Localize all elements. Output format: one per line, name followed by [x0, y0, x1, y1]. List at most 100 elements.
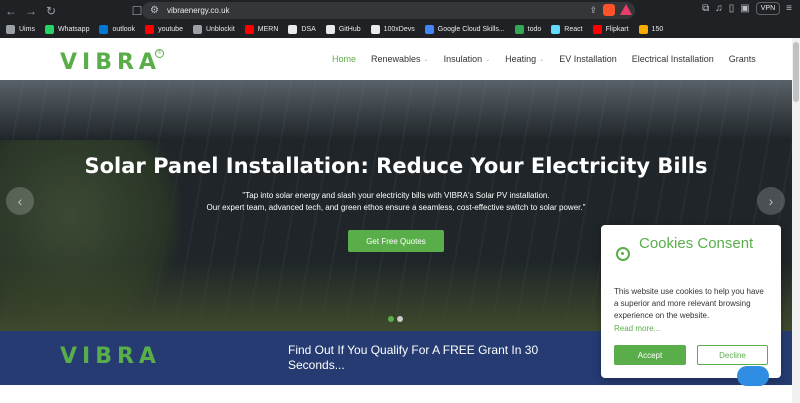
cookie-title: Cookies Consent: [639, 235, 754, 252]
cookie-read-more-link[interactable]: Read more...: [614, 324, 660, 333]
address-bar[interactable]: ⚙ vibraenergy.co.uk ⇪: [142, 2, 635, 19]
bookmark-favicon-icon: [325, 25, 335, 34]
page-scrollbar[interactable]: [792, 38, 800, 403]
nav-item-renewables[interactable]: Renewables ⌄: [371, 54, 429, 64]
bookmark-favicon-icon: [44, 25, 54, 34]
share-icon[interactable]: ⇪: [589, 5, 597, 16]
cookie-consent-dialog: Cookies Consent This website use cookies…: [601, 225, 781, 378]
scrollbar-thumb[interactable]: [793, 42, 799, 102]
nav-item-home[interactable]: Home: [332, 54, 356, 64]
nav-item-label: Grants: [728, 54, 756, 64]
bookmark-favicon-icon: [514, 25, 524, 34]
bookmark-item[interactable]: 150: [638, 25, 664, 34]
bookmark-label: 150: [651, 26, 664, 33]
slider-dots: [388, 316, 403, 322]
media-icon[interactable]: ♫: [715, 3, 723, 14]
bookmark-item[interactable]: DSA: [288, 25, 316, 34]
browser-toolbar: ← → ↻ ☐ ⚙ vibraenergy.co.uk ⇪ ⧉ ♫ ▯ ▣ VP…: [0, 0, 800, 21]
bookmark-label: React: [564, 26, 583, 33]
forward-icon[interactable]: →: [22, 2, 40, 20]
bookmark-item[interactable]: youtube: [145, 25, 183, 34]
bookmark-favicon-icon: [6, 25, 15, 34]
registered-mark: ®: [155, 49, 164, 58]
browser-right-icons: ⧉ ♫ ▯ ▣ VPN ≡: [702, 2, 792, 15]
bookmark-label: Unblockit: [205, 26, 235, 33]
page-below-fold: [0, 385, 792, 403]
bookmark-item[interactable]: Google Cloud Skills...: [424, 25, 505, 34]
nav-item-label: Home: [332, 54, 357, 64]
chevron-down-icon: ⌄: [423, 56, 429, 63]
slider-dot-1[interactable]: [388, 316, 394, 322]
cookie-accept-button[interactable]: Accept: [614, 345, 686, 365]
bookmark-label: Whatsapp: [57, 26, 90, 33]
nav-item-ev-installation[interactable]: EV Installation: [559, 54, 617, 64]
site-header: VIBRA ® Home Renewables ⌄ Insulation ⌄ Heatin…: [0, 38, 792, 80]
bookmark-label: Uims: [19, 26, 35, 33]
vpn-button[interactable]: VPN: [755, 2, 781, 15]
back-icon[interactable]: ←: [2, 2, 20, 20]
bookmark-label: Google Cloud Skills...: [437, 26, 505, 33]
cookie-decline-button[interactable]: Decline: [697, 345, 768, 365]
bookmark-item[interactable]: Whatsapp: [44, 25, 90, 34]
bookmark-favicon-icon: [551, 25, 561, 34]
banner-logo: VIBRA: [60, 344, 161, 369]
url-text: vibraenergy.co.uk: [166, 6, 230, 15]
bookmark-favicon-icon: [592, 25, 602, 34]
bookmark-item[interactable]: React: [551, 25, 583, 34]
wallet-icon[interactable]: ▣: [740, 3, 749, 14]
bookmark-favicon-icon: [244, 25, 254, 34]
nav-item-insulation[interactable]: Insulation ⌄: [444, 54, 491, 64]
slider-dot-2[interactable]: [397, 316, 403, 322]
nav-item-label: Electrical Installation: [631, 54, 714, 64]
main-nav: Home Renewables ⌄ Insulation ⌄ Heating ⌄ EV Ins…: [332, 54, 771, 64]
brave-rewards-icon[interactable]: [620, 4, 632, 15]
bookmark-favicon-icon: [99, 25, 109, 34]
bookmark-favicon-icon: [638, 25, 648, 34]
banner-text: Find Out If You Qualify For A FREE Grant…: [288, 343, 539, 372]
bookmark-label: DSA: [301, 26, 316, 33]
cookie-icon: [616, 247, 630, 261]
nav-item-label: Heating: [505, 54, 537, 64]
chevron-down-icon: ⌄: [485, 56, 491, 63]
bookmark-item[interactable]: MERN: [244, 25, 279, 34]
nav-item-label: EV Installation: [559, 54, 617, 64]
reload-icon[interactable]: ↻: [42, 2, 60, 20]
slider-next-icon[interactable]: ›: [757, 187, 785, 215]
bookmark-favicon-icon: [370, 25, 380, 34]
vibra-logo[interactable]: VIBRA: [60, 50, 161, 75]
bookmark-item[interactable]: outlook: [99, 25, 135, 34]
hero-title: Solar Panel Installation: Reduce Your El…: [84, 154, 708, 178]
bookmark-favicon-icon: [145, 25, 155, 34]
nav-item-label: Insulation: [443, 54, 483, 64]
bookmark-label: todo: [527, 26, 542, 33]
chevron-down-icon: ⌄: [539, 56, 545, 63]
bookmark-item[interactable]: 100xDevs: [370, 25, 415, 34]
hero-sky: [0, 80, 792, 140]
bookmark-item[interactable]: Flipkart: [592, 25, 629, 34]
nav-item-label: Renewables: [371, 54, 421, 64]
bookmark-favicon-icon: [288, 25, 298, 34]
bookmark-item[interactable]: GitHub: [325, 25, 361, 34]
bookmark-label: outlook: [112, 26, 136, 33]
bookmark-favicon-icon: [424, 25, 434, 34]
brave-shields-icon[interactable]: [603, 4, 615, 16]
get-free-quotes-button[interactable]: Get Free Quotes: [348, 230, 444, 252]
extensions-icon[interactable]: ⧉: [702, 3, 709, 14]
site-info-icon[interactable]: ⚙: [150, 5, 159, 16]
hero-text-line-1: "Tap into solar energy and slash your el…: [242, 191, 550, 200]
bookmark-item[interactable]: todo: [514, 25, 542, 34]
bookmark-label: Flipkart: [605, 26, 629, 33]
bookmark-item[interactable]: Unblockit: [192, 25, 235, 34]
slider-prev-icon[interactable]: ‹: [6, 187, 34, 215]
reading-list-icon[interactable]: ▯: [729, 3, 735, 14]
bookmark-label: GitHub: [338, 26, 361, 33]
bookmark-item[interactable]: Uims: [6, 25, 35, 34]
bookmark-label: MERN: [257, 26, 279, 33]
hero-text-line-2: Our expert team, advanced tech, and gree…: [206, 203, 586, 212]
chat-widget-icon[interactable]: [737, 366, 769, 386]
menu-icon[interactable]: ≡: [786, 3, 792, 14]
bookmarks-bar: Uims Whatsapp outlook youtube Unblockit MERN D…: [0, 21, 800, 38]
nav-item-electrical-installation[interactable]: Electrical Installation: [632, 54, 714, 64]
nav-item-grants[interactable]: Grants: [729, 54, 756, 64]
nav-item-heating[interactable]: Heating ⌄: [505, 54, 544, 64]
